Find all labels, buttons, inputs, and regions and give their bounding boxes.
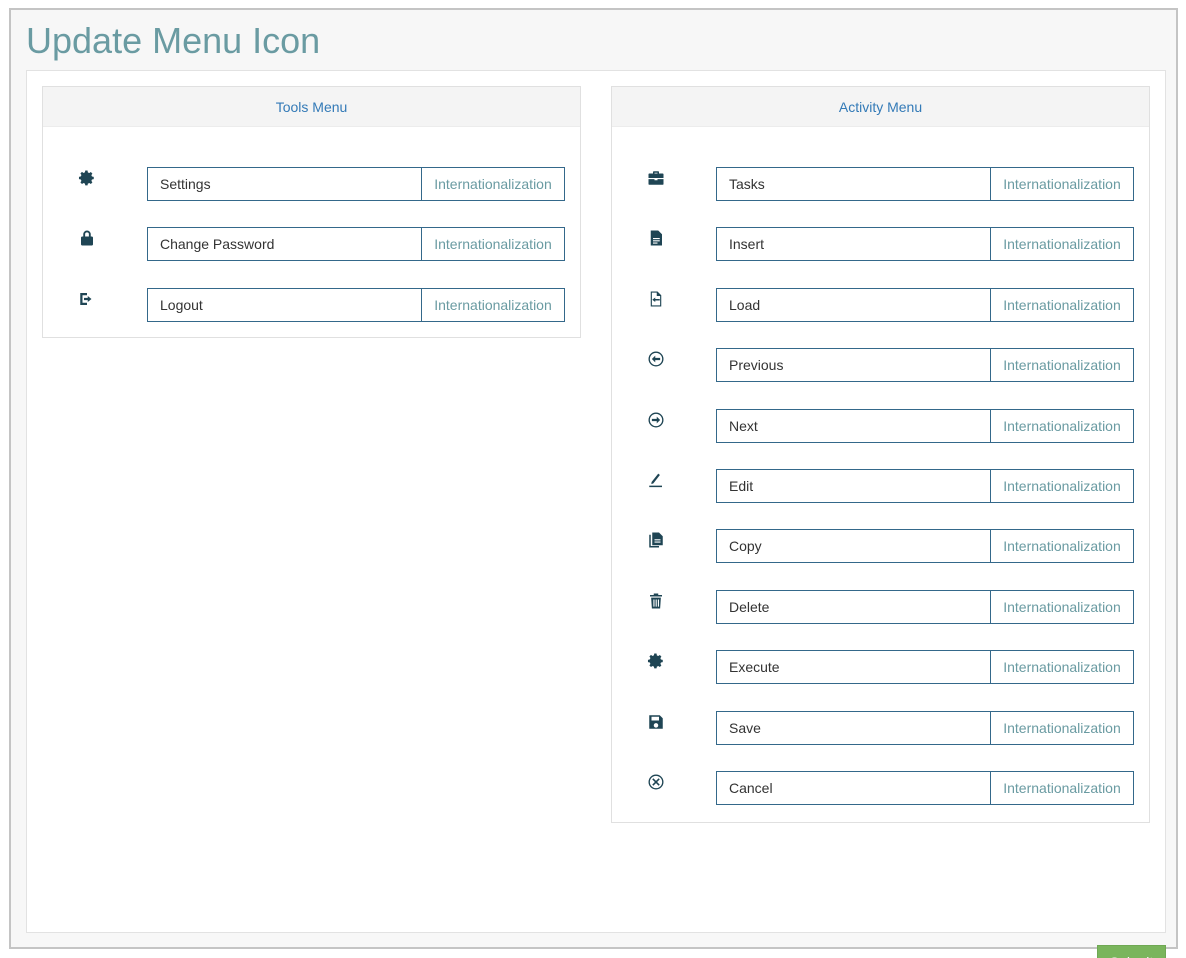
menu-label-input[interactable]: Settings xyxy=(148,168,422,200)
menu-row-insert: Insert Internationalization xyxy=(612,227,1149,287)
menu-label-input[interactable]: Insert xyxy=(717,228,991,261)
lock-icon[interactable] xyxy=(76,227,98,249)
briefcase-icon[interactable] xyxy=(645,167,667,189)
menu-label-input[interactable]: Load xyxy=(717,288,991,321)
page-title: Update Menu Icon xyxy=(26,20,321,61)
menu-input-group: Change Password Internationalization xyxy=(147,227,565,262)
internationalization-button[interactable]: Internationalization xyxy=(991,289,1133,321)
file-import-icon[interactable] xyxy=(645,288,667,310)
trash-icon[interactable] xyxy=(645,590,667,612)
logout-icon[interactable] xyxy=(76,288,98,310)
internationalization-button[interactable]: Internationalization xyxy=(991,470,1133,502)
tools-menu-body: Settings Internationalization Change Pas… xyxy=(43,127,580,348)
menu-input-group: Previous Internationalization xyxy=(716,348,1134,383)
internationalization-button[interactable]: Internationalization xyxy=(422,289,564,321)
menu-input-group: Load Internationalization xyxy=(716,287,1134,322)
pencil-icon[interactable] xyxy=(645,469,667,491)
menu-input-group: Tasks Internationalization xyxy=(716,167,1134,201)
activity-menu-body: Tasks Internationalization Insert Intern… xyxy=(612,127,1149,831)
menu-row-edit: Edit Internationalization xyxy=(612,468,1149,529)
menu-label-input[interactable]: Next xyxy=(717,409,991,442)
menu-input-group: Save Internationalization xyxy=(716,710,1134,745)
menu-input-group: Delete Internationalization xyxy=(716,589,1134,624)
internationalization-button[interactable]: Internationalization xyxy=(991,410,1133,442)
menu-input-group: Edit Internationalization xyxy=(716,468,1134,503)
internationalization-button[interactable]: Internationalization xyxy=(991,228,1133,260)
content-area: Tools Menu Settings Internationalization xyxy=(26,70,1166,958)
activity-menu-panel: Activity Menu Tasks Internationalization xyxy=(611,86,1150,823)
menu-row-settings: Settings Internationalization xyxy=(43,167,580,227)
menu-label-input[interactable]: Execute xyxy=(717,651,991,684)
menu-row-save: Save Internationalization xyxy=(612,710,1149,771)
menu-row-previous: Previous Internationalization xyxy=(612,348,1149,408)
internationalization-button[interactable]: Internationalization xyxy=(991,349,1133,381)
internationalization-button[interactable]: Internationalization xyxy=(991,530,1133,562)
floppy-disk-icon[interactable] xyxy=(645,711,667,733)
internationalization-button[interactable]: Internationalization xyxy=(991,168,1133,200)
tools-menu-header: Tools Menu xyxy=(43,87,580,127)
menu-input-group: Settings Internationalization xyxy=(147,167,565,201)
circle-x-icon[interactable] xyxy=(645,771,667,793)
document-icon[interactable] xyxy=(645,227,667,249)
internationalization-button[interactable]: Internationalization xyxy=(422,168,564,200)
circle-arrow-left-icon[interactable] xyxy=(645,348,667,370)
menu-label-input[interactable]: Change Password xyxy=(148,228,422,261)
menu-label-input[interactable]: Cancel xyxy=(717,771,991,804)
submit-button[interactable]: Submit xyxy=(1097,945,1166,958)
menu-row-execute: Execute Internationalization xyxy=(612,650,1149,710)
menu-row-cancel: Cancel Internationalization xyxy=(612,770,1149,831)
menu-label-input[interactable]: Previous xyxy=(717,349,991,382)
menu-label-input[interactable]: Edit xyxy=(717,469,991,502)
tools-menu-panel: Tools Menu Settings Internationalization xyxy=(42,86,581,338)
internationalization-button[interactable]: Internationalization xyxy=(422,228,564,260)
menu-label-input[interactable]: Logout xyxy=(148,288,422,321)
menu-label-input[interactable]: Copy xyxy=(717,530,991,563)
menu-row-load: Load Internationalization xyxy=(612,287,1149,348)
menu-label-input[interactable]: Save xyxy=(717,711,991,744)
copy-icon[interactable] xyxy=(645,529,667,551)
gear-icon[interactable] xyxy=(76,167,98,189)
menu-input-group: Execute Internationalization xyxy=(716,650,1134,685)
internationalization-button[interactable]: Internationalization xyxy=(991,651,1133,683)
menu-row-copy: Copy Internationalization xyxy=(612,529,1149,589)
menu-input-group: Copy Internationalization xyxy=(716,529,1134,564)
menu-row-logout: Logout Internationalization xyxy=(43,287,580,348)
internationalization-button[interactable]: Internationalization xyxy=(991,591,1133,623)
menu-input-group: Cancel Internationalization xyxy=(716,770,1134,805)
menu-input-group: Insert Internationalization xyxy=(716,227,1134,262)
menu-input-group: Logout Internationalization xyxy=(147,287,565,322)
menu-label-input[interactable]: Delete xyxy=(717,590,991,623)
menu-input-group: Next Internationalization xyxy=(716,408,1134,443)
cog-icon[interactable] xyxy=(645,650,667,672)
menu-row-tasks: Tasks Internationalization xyxy=(612,167,1149,227)
menu-row-change-password: Change Password Internationalization xyxy=(43,227,580,287)
internationalization-button[interactable]: Internationalization xyxy=(991,712,1133,744)
circle-arrow-right-icon[interactable] xyxy=(645,409,667,431)
menu-label-input[interactable]: Tasks xyxy=(717,168,991,200)
activity-menu-header: Activity Menu xyxy=(612,87,1149,127)
internationalization-button[interactable]: Internationalization xyxy=(991,772,1133,804)
menu-row-delete: Delete Internationalization xyxy=(612,589,1149,650)
app-frame: Update Menu Icon Tools Menu Settings Int… xyxy=(9,8,1178,958)
menu-row-next: Next Internationalization xyxy=(612,408,1149,469)
